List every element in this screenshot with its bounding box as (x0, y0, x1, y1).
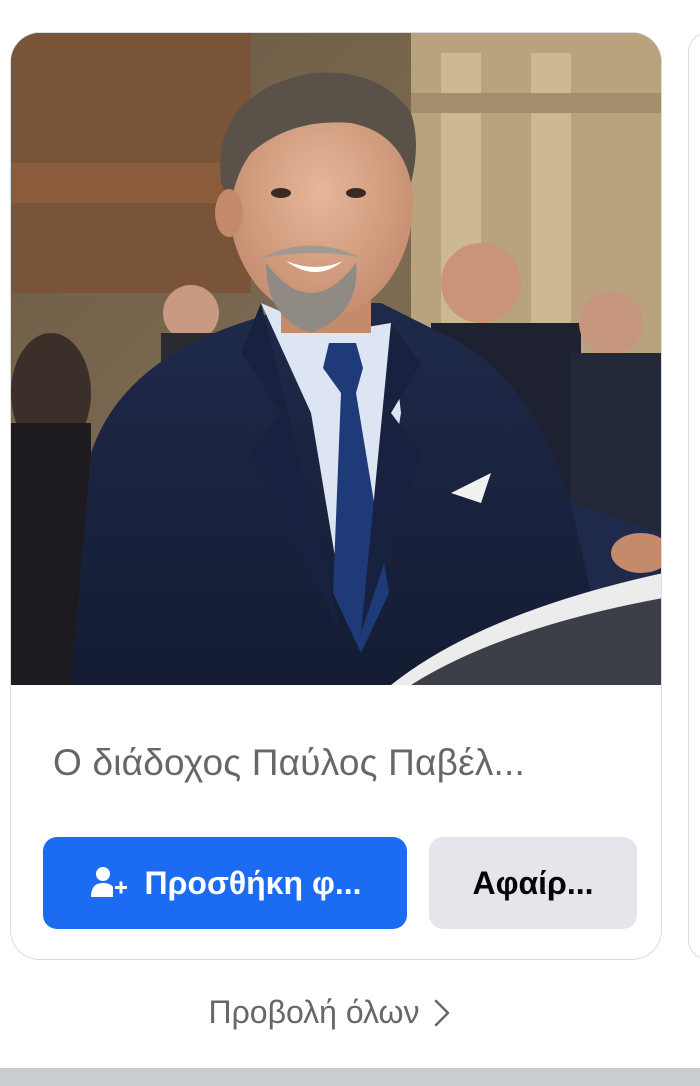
suggested-person-name[interactable]: Ο διάδοχος Παύλος Παβέλ... (53, 741, 633, 785)
friend-suggestion-card[interactable]: Ο διάδοχος Παύλος Παβέλ... Προσθήκη φ...… (10, 32, 662, 960)
profile-photo-illustration (11, 33, 661, 685)
section-divider (0, 1068, 700, 1086)
view-all-label: Προβολή όλων (208, 994, 420, 1030)
next-suggestion-card[interactable] (688, 32, 700, 960)
view-all-link[interactable]: Προβολή όλων (0, 994, 660, 1031)
profile-photo[interactable] (11, 33, 661, 685)
people-you-may-know-section: Ο διάδοχος Παύλος Παβέλ... Προσθήκη φ...… (0, 0, 700, 1086)
add-friend-label: Προσθήκη φ... (144, 864, 362, 901)
add-person-icon (88, 863, 128, 903)
chevron-right-icon (432, 998, 452, 1028)
remove-button[interactable]: Αφαίρ... (429, 837, 637, 929)
add-friend-button[interactable]: Προσθήκη φ... (43, 837, 407, 929)
